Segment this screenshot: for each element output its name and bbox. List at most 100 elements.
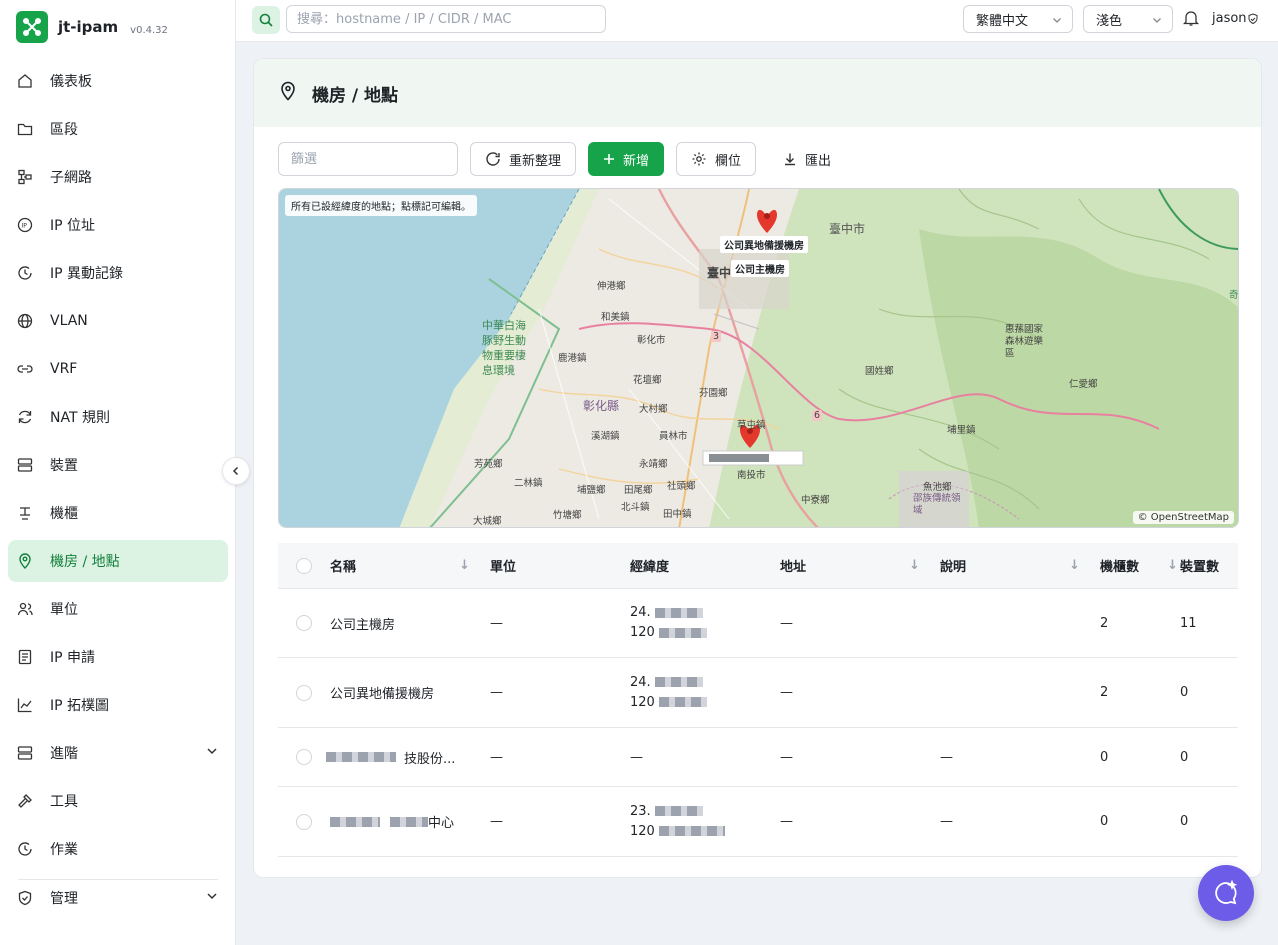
card-header: 機房 / 地點 [254, 59, 1261, 127]
sidebar-item-units[interactable]: 單位 [8, 588, 228, 630]
sidebar-collapse-button[interactable] [222, 457, 250, 485]
chevron-down-icon [206, 745, 218, 761]
nav-divider [18, 879, 218, 880]
sidebar-item-advanced[interactable]: 進階 [8, 732, 228, 774]
row-checkbox[interactable] [278, 787, 330, 856]
row-checkbox[interactable] [278, 658, 330, 727]
refresh-icon [485, 151, 501, 167]
table-row[interactable]: 公司主機房 — 24. 120 — 2 11 [278, 589, 1238, 658]
network-icon [16, 168, 34, 186]
ip-icon: IP [16, 216, 34, 234]
checkbox[interactable] [296, 615, 312, 631]
column-header-name[interactable]: 名稱 ↓ [330, 543, 490, 588]
column-header-desc[interactable]: 說明 ↓ [940, 543, 1100, 588]
cell-name: 公司異地備援機房 [330, 687, 435, 702]
table-row[interactable]: 公司異地備援機房 — 24. 120 — 2 0 [278, 658, 1238, 728]
chevron-down-icon [1052, 14, 1062, 29]
columns-button[interactable]: 欄位 [676, 142, 757, 176]
sidebar-item-jobs[interactable]: 作業 [8, 828, 228, 870]
sidebar-item-subnets[interactable]: 子網路 [8, 156, 228, 198]
user-menu[interactable]: jason [1212, 11, 1259, 26]
cell-desc: — [940, 749, 953, 765]
column-header-unit[interactable]: 單位 [490, 543, 630, 588]
map-place: 員林市 [659, 431, 688, 442]
export-button[interactable]: 匯出 [768, 142, 847, 176]
checkbox[interactable] [296, 684, 312, 701]
redacted-block [654, 806, 703, 816]
cell-racks: 0 [1100, 814, 1109, 829]
row-checkbox[interactable] [278, 728, 330, 786]
chat-button[interactable] [1198, 865, 1254, 921]
app-version: v0.4.32 [130, 24, 168, 36]
map-place: 鹿港鎮 [558, 353, 587, 364]
map-marker-label-backup[interactable]: 公司異地備援機房 [720, 236, 808, 253]
sidebar-item-dashboard[interactable]: 儀表板 [8, 60, 228, 102]
column-header-coord[interactable]: 經緯度 [630, 543, 780, 588]
locations-card: 機房 / 地點 重新整理 新增 欄位 匯出 [253, 58, 1262, 878]
sort-arrow-icon[interactable]: ↓ [459, 558, 470, 573]
sidebar-item-ip-history[interactable]: IP 異動記錄 [8, 252, 228, 294]
map-place: 彰化市 [637, 335, 666, 346]
table-row[interactable]: 中心 — 23. 120 — — 0 0 [278, 787, 1238, 857]
sidebar: jt-ipam v0.4.32 儀表板 區段 子網路 IP IP 位址 IP 異動… [0, 0, 236, 945]
column-header-devices[interactable]: 裝置數 [1180, 543, 1238, 588]
search-icon[interactable] [252, 6, 280, 34]
chevron-left-icon [232, 466, 239, 476]
sidebar-item-locations[interactable]: 機房 / 地點 [8, 540, 228, 582]
refresh-button[interactable]: 重新整理 [470, 142, 577, 176]
sidebar-item-tools[interactable]: 工具 [8, 780, 228, 822]
filter-input[interactable] [278, 142, 458, 176]
hammer-icon [16, 792, 34, 810]
map-place: 臺中市 [829, 222, 866, 236]
lng-value: 120 [630, 625, 655, 640]
sidebar-item-admin[interactable]: 管理 [8, 877, 228, 919]
column-header-racks[interactable]: 機櫃數 ↓ [1100, 543, 1180, 588]
sidebar-item-ip-address[interactable]: IP IP 位址 [8, 204, 228, 246]
row-checkbox[interactable] [278, 589, 330, 657]
sidebar-item-label: 工具 [50, 794, 78, 810]
location-pin-icon [16, 552, 34, 570]
sidebar-item-ip-topology[interactable]: IP 拓樸圖 [8, 684, 228, 726]
theme-value: 淺色 [1096, 13, 1123, 29]
theme-select[interactable]: 淺色 [1083, 5, 1173, 33]
brand[interactable]: jt-ipam v0.4.32 [16, 11, 168, 43]
checkbox[interactable] [296, 557, 312, 574]
sort-arrow-icon[interactable]: ↓ [1167, 558, 1178, 573]
bell-icon[interactable] [1182, 9, 1200, 31]
sidebar-item-label: NAT 規則 [50, 410, 110, 426]
cell-desc: — [940, 814, 953, 829]
map-place: 埔鹽鄉 [577, 485, 606, 496]
header-label: 機櫃數 [1100, 560, 1140, 575]
sidebar-item-ip-request[interactable]: IP 申請 [8, 636, 228, 678]
table-row[interactable]: 技股份... — — — — 0 0 [278, 728, 1238, 787]
checkbox[interactable] [296, 813, 312, 830]
sidebar-item-vrf[interactable]: VRF [8, 348, 228, 390]
sidebar-item-racks[interactable]: 機櫃 [8, 492, 228, 534]
columns-label: 欄位 [715, 153, 742, 169]
map-place: 埔里鎮 [947, 425, 976, 436]
language-select[interactable]: 繁體中文 [963, 5, 1073, 33]
sidebar-item-sections[interactable]: 區段 [8, 108, 228, 150]
cell-unit: — [490, 685, 503, 700]
sidebar-item-vlan[interactable]: VLAN [8, 300, 228, 342]
map-place: 中華白海豚野生動物重要棲息環境 [482, 319, 526, 377]
cell-name: 公司主機房 [330, 617, 396, 633]
cell-coord: 24. 120 [630, 589, 780, 657]
locations-map[interactable]: 所有已設經緯度的地點；點標記可編輯。 公司異地備援機房 公司主機房 臺中市 臺中… [278, 188, 1239, 528]
map-road-marker: 6 [812, 410, 823, 421]
sort-arrow-icon[interactable]: ↓ [909, 558, 920, 573]
sidebar-item-label: VRF [50, 361, 78, 377]
map-marker-label-main[interactable]: 公司主機房 [731, 260, 789, 277]
map-place: 國姓鄉 [865, 366, 894, 377]
checkbox[interactable] [296, 749, 312, 765]
column-header-address[interactable]: 地址 ↓ [780, 543, 940, 588]
global-search-input[interactable] [286, 5, 606, 33]
home-icon [16, 72, 34, 90]
sidebar-item-devices[interactable]: 裝置 [8, 444, 228, 486]
sort-arrow-icon[interactable]: ↓ [1069, 558, 1080, 573]
select-all-checkbox[interactable] [278, 543, 330, 588]
server-icon [16, 456, 34, 474]
sidebar-item-nat[interactable]: NAT 規則 [8, 396, 228, 438]
link-icon [16, 360, 34, 378]
add-button[interactable]: 新增 [588, 142, 665, 176]
